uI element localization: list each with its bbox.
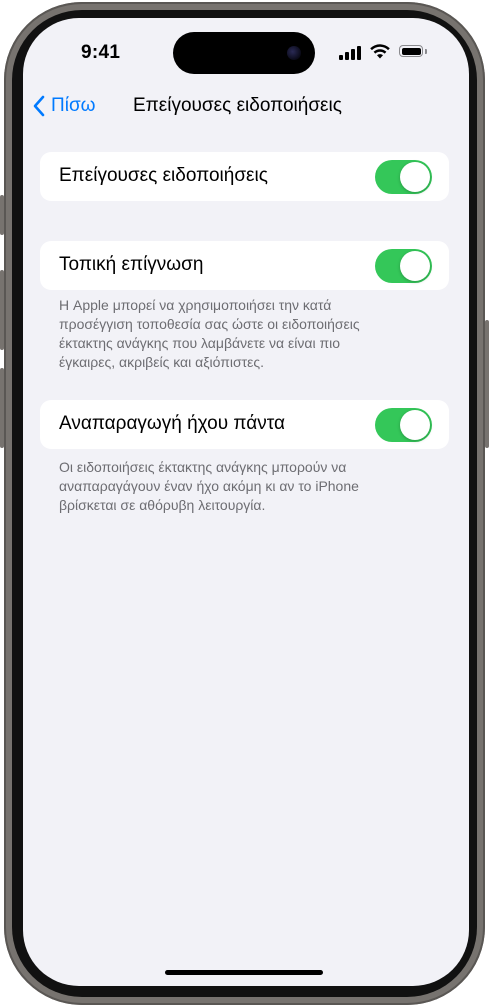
always-play-sound-footnote: Οι ειδοποιήσεις έκτακτης ανάγκης μπορούν…	[59, 459, 359, 513]
local-awareness-footnote: Η Apple μπορεί να χρησιμοποιήσει την κατ…	[59, 297, 360, 370]
screen: 9:41 Πίσω Επείγουσες ειδοποιήσεις Επείγο…	[23, 18, 469, 986]
side-button	[485, 320, 489, 448]
back-button[interactable]: Πίσω	[33, 94, 96, 118]
setting-row-always-play-sound: Αναπαραγωγή ήχου πάντα	[40, 400, 449, 449]
local-awareness-toggle[interactable]	[375, 249, 432, 283]
setting-label: Τοπική επίγνωση	[59, 254, 204, 275]
volume-up-button	[0, 270, 4, 350]
camera-icon	[287, 46, 301, 60]
battery-icon	[399, 45, 423, 57]
back-label[interactable]: Πίσω	[51, 95, 96, 117]
chevron-left-icon	[33, 95, 45, 117]
setting-row-local-awareness: Τοπική επίγνωση	[40, 241, 449, 290]
dynamic-island	[173, 32, 315, 74]
page-title: Επείγουσες ειδοποιήσεις	[133, 95, 342, 116]
setting-label: Αναπαραγωγή ήχου πάντα	[59, 413, 285, 434]
always-play-sound-toggle[interactable]	[375, 408, 432, 442]
wifi-icon	[370, 44, 390, 59]
setting-label: Επείγουσες ειδοποιήσεις	[59, 165, 268, 186]
battery-tip	[425, 49, 427, 54]
status-time: 9:41	[81, 42, 121, 63]
volume-down-button	[0, 368, 4, 448]
emergency-alerts-toggle[interactable]	[375, 160, 432, 194]
action-button	[0, 195, 4, 235]
home-indicator[interactable]	[165, 970, 323, 975]
setting-row-emergency-alerts: Επείγουσες ειδοποιήσεις	[40, 152, 449, 201]
